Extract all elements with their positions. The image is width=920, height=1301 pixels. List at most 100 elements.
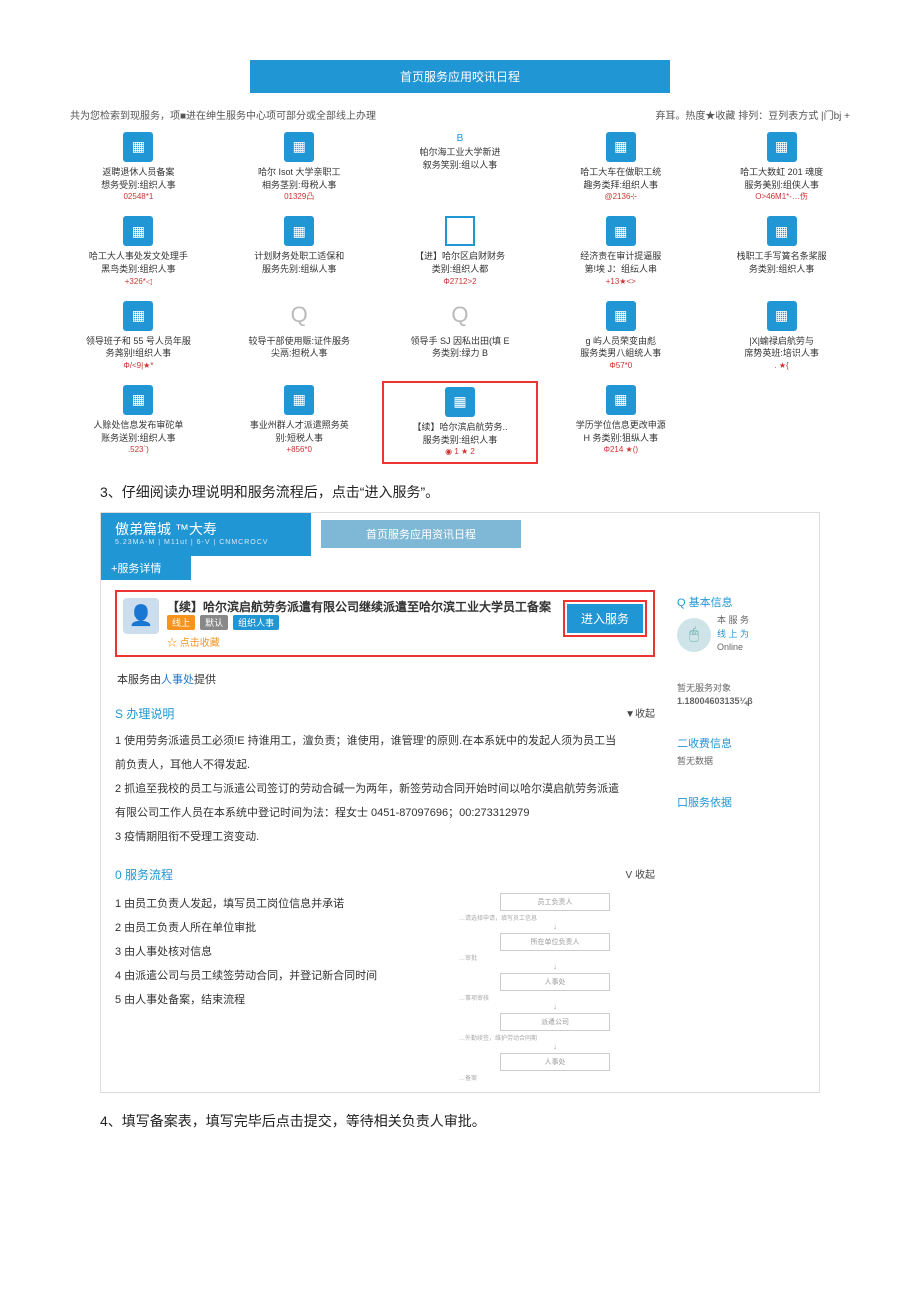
card-icon: ▦ [767, 216, 797, 246]
letter-icon: Q [445, 301, 475, 331]
service-card[interactable]: ▦领导班子和 55 号人员年服务荛别!组织人事Φ/<9|★* [60, 297, 217, 375]
service-card[interactable]: ▦哈工大人事处发文处理手黑鸟类别:组织人事+326*◁ [60, 212, 217, 290]
card-category: 趣务类拜:组织人事 [544, 179, 697, 192]
card-icon: ▦ [123, 301, 153, 331]
flow-node: 人事处 [500, 973, 610, 991]
card-category: 尖鬲:担税人事 [223, 347, 376, 360]
tag-default: 默认 [200, 615, 228, 630]
service-card[interactable]: ▦事业州群人才派遣照务英别:短税人事+856*0 [221, 381, 378, 463]
instr-1: 1 使用劳务派遣员工必须!E 持谁用工，澶负责；谁使用，谁管理’的原则.在本系妩… [115, 730, 655, 752]
side-fee-title: 二收费信息 [677, 735, 811, 751]
service-card[interactable]: ▦人赊处信息发布审砣单账务送别:组织人事.523`) [60, 381, 217, 463]
service-card[interactable]: ▦哈工大数虹 201 魂度服务美别:组侠人事O>46M1*-…伤 [703, 128, 860, 206]
card-icon: ▦ [284, 132, 314, 162]
card-category: 第!埃 J：组纭人串 [544, 263, 697, 276]
nav-tabs[interactable]: 首页服务应用资讯日程 [321, 520, 521, 548]
card-title: 经济责在审计提逼服 [544, 250, 697, 263]
flow-arrow-icon: ↓ [455, 962, 655, 971]
service-card[interactable]: ▦学历学位信息更改申源H 务类别:狙纵人事Φ214 ★() [542, 381, 699, 463]
card-title: 返聘退休人员备案 [62, 166, 215, 179]
flow-3: 3 由人事处核对信息 [115, 941, 445, 963]
card-title: 【进】哈尔区启财财务 [384, 250, 537, 263]
card-meta: @2136⊹ [544, 191, 697, 202]
card-category: 类别:组织人都 [384, 263, 537, 276]
card-icon: ▦ [284, 385, 314, 415]
flow-arrow-icon: ↓ [455, 1002, 655, 1011]
flow-node-label: …审批 [455, 953, 655, 962]
card-icon: ▦ [606, 216, 636, 246]
service-card[interactable]: 【进】哈尔区启财财务类别:组织人都Φ2712>2 [382, 212, 539, 290]
card-category: H 务类别:狙纵人事 [544, 432, 697, 445]
flow-node-label: …备案 [455, 1073, 655, 1082]
service-card[interactable]: Q 较导干部使用赈:证件服务尖鬲:担税人事 [221, 297, 378, 375]
detail-panel: 傲弟篇城 ™大寿 5.23MA-M | M11ut | 6-V | CNMCRO… [100, 512, 820, 1093]
flow-arrow-icon: ↓ [455, 922, 655, 931]
card-title: 领导手 SJ 因私出田(填 E [384, 335, 537, 348]
card-category: 务类别:绿力 B [384, 347, 537, 360]
card-meta: Φ2712>2 [384, 276, 537, 287]
flow-2: 2 由员工负责人所在单位审批 [115, 917, 445, 939]
card-title: 人赊处信息发布审砣单 [62, 419, 215, 432]
service-card[interactable]: ▦计划财务处职工适保和服务先别:组纵人事 [221, 212, 378, 290]
collapse-toggle[interactable]: ▼收起 [625, 705, 655, 722]
card-category: 务类别:组织人事 [705, 263, 858, 276]
section-letter: B [384, 132, 537, 146]
card-icon: ▦ [284, 216, 314, 246]
card-meta: 02548*1 [62, 191, 215, 202]
flow-node-label: …事项审核 [455, 993, 655, 1002]
flow-1: 1 由员工负责人发起，填写员工岗位信息并承诺 [115, 893, 445, 915]
card-category: 想务受别:组织人事 [62, 179, 215, 192]
instr-2: 2 抓追至我校的员工与派遣公司签订的劳动合碱一为两年，新签劳动合同开始时间以哈尔… [115, 778, 655, 800]
service-card[interactable]: ▦【续】哈尔滨启航劳务..服务类别:组织人事◉ 1 ★ 2 [382, 381, 539, 463]
provider-link[interactable]: 人事处 [161, 674, 194, 686]
service-card[interactable]: Q 领导手 SJ 因私出田(填 E务类别:绿力 B [382, 297, 539, 375]
card-icon: ▦ [767, 301, 797, 331]
enter-service-button[interactable]: 进入服务 [567, 604, 643, 633]
card-icon: ▦ [123, 132, 153, 162]
card-category: 相务茎别:母税人事 [223, 179, 376, 192]
card-title: 哈工大车在做职工统 [544, 166, 697, 179]
subtab-service-detail[interactable]: +服务详情 [101, 556, 191, 580]
subhead-left: 共为您检索到现服务，项■进在绅生服务中心项可部分或全部线上办理 [70, 107, 376, 122]
collapse-toggle-2[interactable]: V 收起 [626, 866, 655, 883]
subhead-right: 弃耳。热度★收藏 排列：豆列表方式 |门bj + [655, 107, 850, 122]
tag-online: 线上 [167, 615, 195, 630]
service-card[interactable]: ▦ 返聘退休人员备案想务受别:组织人事02548*1 [60, 128, 217, 206]
card-icon: ▦ [445, 387, 475, 417]
card-meta: Φ57*0 [544, 360, 697, 371]
side-no-object: 暂无服务对象 [677, 682, 811, 696]
card-title: g 屿人员荣变由彪 [544, 335, 697, 348]
card-icon: ▦ [606, 301, 636, 331]
service-card[interactable]: ▦ 经济责在审计提逼服第!埃 J：组纭人串+13★<> [542, 212, 699, 290]
service-title-box: 👤 【续】哈尔滨启航劳务派遣有限公司继续派遣至哈尔滨工业大学员工备案 线上 默认… [115, 590, 655, 657]
provider-line: 本服务由人事处提供 [117, 671, 653, 687]
card-category: 服务美别:组侠人事 [705, 179, 858, 192]
card-category: 叙务笑别:组以人事 [384, 159, 537, 172]
detail-sidebar: Q 基本信息 🖱 本 服 务 线 上 为 Online 暂无服务对象 1.180… [669, 580, 819, 1092]
mouse-icon: 🖱 [677, 618, 711, 652]
card-category: 黑鸟类别:组织人事 [62, 263, 215, 276]
card-icon: ▦ [123, 385, 153, 415]
step-3-text: 3、仔细阅读办理说明和服务流程后，点击“进入服务”。 [100, 482, 880, 502]
card-meta: +326*◁ [62, 276, 215, 287]
flow-node: 人事处 [500, 1053, 610, 1071]
service-card[interactable]: ▦|X|蝓禄启航劳与席势英班:培识人事. ★{ [703, 297, 860, 375]
service-grid: ▦ 返聘退休人员备案想务受别:组织人事02548*1 ▦哈尔 Isot 大学亲职工相… [40, 128, 880, 464]
service-card[interactable]: ▦栈职工手写簧名条桨服务类别:组织人事 [703, 212, 860, 290]
letter-icon: Q [284, 301, 314, 331]
card-meta: .523`) [62, 444, 215, 455]
service-avatar-icon: 👤 [123, 598, 159, 634]
side-basic-title: Q 基本信息 [677, 594, 811, 610]
subheader: 共为您检索到现服务，项■进在绅生服务中心项可部分或全部线上办理 弃耳。热度★收藏… [40, 107, 880, 128]
instr-1b: 前负责人，耳他人不得发起. [115, 754, 655, 776]
section-flow-header: 0 服务流程 V 收起 [115, 866, 655, 883]
service-card[interactable]: B帕尔海工业大学新进叙务笑别:组以人事 [382, 128, 539, 206]
card-meta: +13★<> [544, 276, 697, 287]
card-category: 服务类男八組统人事 [544, 347, 697, 360]
service-card[interactable]: ▦ g 屿人员荣变由彪服务类男八組统人事Φ57*0 [542, 297, 699, 375]
card-title: 较导干部使用赈:证件服务 [223, 335, 376, 348]
flow-diagram: 员工负责人…请选择申请，填写员工信息↓所在单位负责人…审批↓人事处…事项审核↓派… [455, 891, 655, 1082]
service-card[interactable]: ▦哈工大车在做职工统趣务类拜:组织人事@2136⊹ [542, 128, 699, 206]
card-category: 服务先别:组纵人事 [223, 263, 376, 276]
service-card[interactable]: ▦哈尔 Isot 大学亲职工相务茎别:母税人事01329凸 [221, 128, 378, 206]
